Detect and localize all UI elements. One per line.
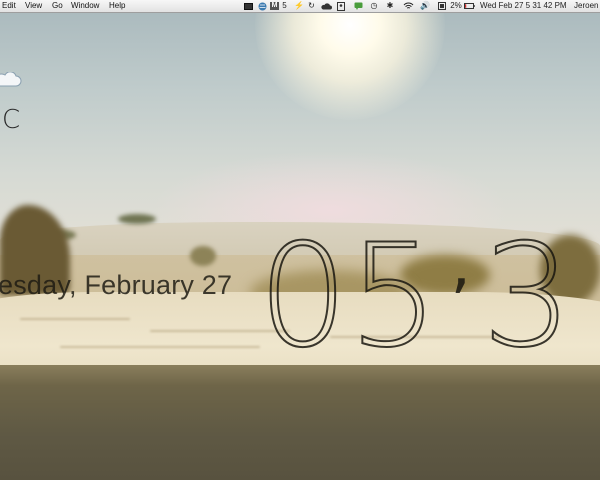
clock-separator: ’ bbox=[450, 267, 471, 341]
clock-hours: 05 bbox=[257, 214, 440, 379]
globe-icon[interactable] bbox=[257, 0, 267, 12]
wifi-icon[interactable] bbox=[402, 0, 414, 12]
bluetooth-icon[interactable]: ✱ bbox=[386, 0, 394, 12]
wallpaper-shrub bbox=[118, 214, 156, 224]
counter-label[interactable]: 5 bbox=[281, 0, 288, 12]
date-label: esday, February 27 bbox=[0, 270, 233, 300]
menubar-clock[interactable]: Wed Feb 27 5 31 42 PM bbox=[480, 0, 570, 12]
battery-icon[interactable] bbox=[463, 0, 475, 12]
menu-window[interactable]: Window bbox=[71, 0, 99, 12]
cloud-icon bbox=[0, 72, 22, 87]
menu-edit[interactable]: Edit bbox=[2, 0, 16, 12]
time-machine-icon[interactable]: ◷ bbox=[369, 0, 379, 12]
wallpaper-shrub bbox=[190, 246, 216, 266]
menu-help[interactable]: Help bbox=[109, 0, 125, 12]
sand-ripple bbox=[20, 318, 130, 320]
volume-icon[interactable]: 🔊 bbox=[420, 0, 430, 12]
menu-go[interactable]: Go bbox=[52, 0, 63, 12]
m-badge-icon[interactable]: M bbox=[270, 2, 279, 10]
clock-minutes: 3 bbox=[481, 214, 573, 379]
cloud-icon[interactable] bbox=[320, 0, 332, 12]
screen-icon[interactable] bbox=[243, 0, 253, 12]
menu-view[interactable]: View bbox=[25, 0, 42, 12]
sync-icon[interactable]: ↻ bbox=[307, 0, 316, 12]
sand-ripple bbox=[60, 346, 260, 348]
display-icon[interactable] bbox=[437, 0, 446, 12]
user-name[interactable]: Jeroen bbox=[574, 0, 600, 12]
bolt-icon[interactable]: ⚡ bbox=[294, 0, 304, 12]
battery-percent[interactable]: 2% bbox=[450, 0, 462, 12]
wallpaper-shadow-sand bbox=[0, 365, 600, 480]
chat-icon[interactable] bbox=[353, 0, 363, 12]
weather-unit: C bbox=[2, 105, 21, 135]
contacts-icon[interactable] bbox=[336, 0, 346, 12]
menu-bar: Edit View Go Window Help M 5 ⚡ ↻ ◷ ✱ 🔊 2… bbox=[0, 0, 600, 13]
